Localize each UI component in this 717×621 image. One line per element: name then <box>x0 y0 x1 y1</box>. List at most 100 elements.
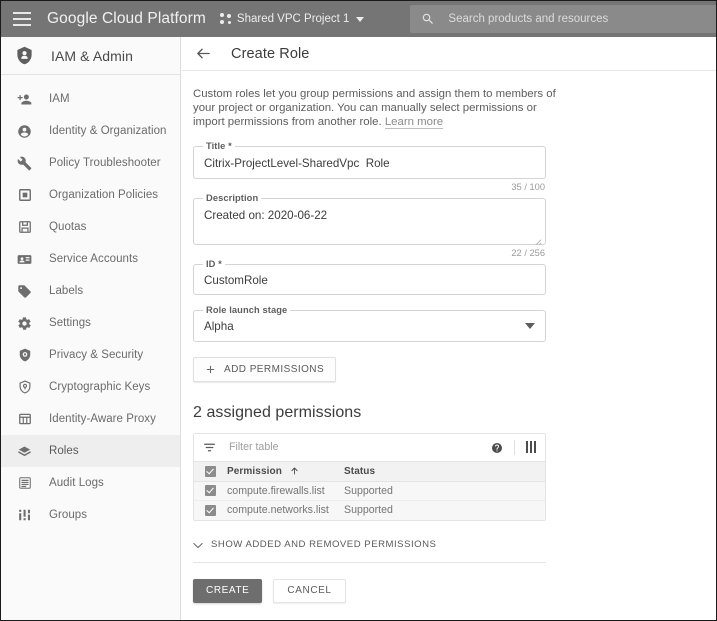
sidebar-item-label: Service Accounts <box>49 253 139 265</box>
description-field-counter: 22 / 256 <box>511 247 545 258</box>
cell-status: Supported <box>344 504 393 517</box>
role-launch-stage-select[interactable]: Role launch stage Alpha <box>193 304 546 342</box>
gear-icon <box>17 316 32 331</box>
project-selector[interactable]: Shared VPC Project 1 <box>219 13 365 25</box>
assigned-permissions-title: 2 assigned permissions <box>193 403 362 421</box>
sidebar-header: IAM & Admin <box>1 37 180 75</box>
select-all-checkbox[interactable] <box>194 465 227 477</box>
footer-divider <box>193 561 546 563</box>
intro-text: Custom roles let you group permissions a… <box>193 87 556 130</box>
lines-list-icon <box>17 476 32 491</box>
description-field-label: Description <box>203 192 262 203</box>
shield-person-icon <box>15 46 34 65</box>
sidebar-item-label: Cryptographic Keys <box>49 381 151 393</box>
show-added-removed-permissions-toggle[interactable]: SHOW ADDED AND REMOVED PERMISSIONS <box>193 539 716 550</box>
id-field-label: ID * <box>203 258 225 269</box>
save-disk-icon <box>17 220 32 235</box>
table-row[interactable]: compute.networks.list Supported <box>194 500 545 520</box>
sidebar-item-identity-organization[interactable]: Identity & Organization <box>1 115 180 147</box>
sidebar-item-iam[interactable]: IAM <box>1 83 180 115</box>
wrench-icon <box>17 156 32 171</box>
checkbox-checked-icon[interactable] <box>205 485 216 497</box>
chevron-down-icon <box>193 541 203 548</box>
main-content: Create Role Custom roles let you group p… <box>182 37 716 620</box>
cell-permission: compute.firewalls.list <box>227 484 325 497</box>
add-permissions-button[interactable]: ADD PERMISSIONS <box>193 356 337 382</box>
description-field[interactable]: Description Created on: 2020-06-22 22 / … <box>193 192 546 258</box>
sidebar-item-quotas[interactable]: Quotas <box>1 211 180 243</box>
person-add-icon <box>17 92 32 107</box>
role-launch-stage-label: Role launch stage <box>203 304 291 315</box>
id-field-value[interactable]: CustomRole <box>194 265 545 294</box>
sidebar-item-settings[interactable]: Settings <box>1 307 180 339</box>
sidebar-item-groups[interactable]: Groups <box>1 499 180 531</box>
title-field-counter: 35 / 100 <box>511 181 545 192</box>
cancel-button[interactable]: CANCEL <box>273 578 346 603</box>
id-field[interactable]: ID * CustomRole <box>193 258 546 295</box>
brand-title: Google Cloud Platform <box>47 10 206 27</box>
project-dots-icon <box>219 13 232 25</box>
form-actions: CREATE CANCEL <box>193 578 716 603</box>
show-added-removed-permissions-label: SHOW ADDED AND REMOVED PERMISSIONS <box>211 538 437 550</box>
column-settings-icon[interactable] <box>526 441 537 454</box>
key-shield-icon <box>17 380 32 395</box>
add-permissions-label: ADD PERMISSIONS <box>224 363 325 375</box>
title-field-label: Title * <box>203 140 235 151</box>
sidebar-item-label: IAM <box>49 93 70 105</box>
page-title: Create Role <box>231 45 310 62</box>
sidebar-item-labels[interactable]: Labels <box>1 275 180 307</box>
help-circle-icon[interactable] <box>491 441 503 454</box>
checkbox-checked-icon[interactable] <box>205 504 216 516</box>
column-header-permission[interactable]: Permission <box>227 466 344 477</box>
permissions-table: Filter table Permission Status compute.f… <box>193 432 546 521</box>
roles-layers-icon <box>17 444 32 459</box>
title-field-value[interactable]: Citrix-ProjectLevel-SharedVpc Role <box>194 147 545 178</box>
sidebar-item-cryptographic-keys[interactable]: Cryptographic Keys <box>1 371 180 403</box>
proxy-grid-icon <box>17 412 32 427</box>
sidebar-item-label: Organization Policies <box>49 189 159 201</box>
sidebar: IAM & Admin IAM Identity & Organization <box>1 37 181 620</box>
row-checkbox[interactable] <box>194 504 227 516</box>
sidebar-item-audit-logs[interactable]: Audit Logs <box>1 467 180 499</box>
table-header-row: Permission Status <box>194 460 545 482</box>
sidebar-item-identity-aware-proxy[interactable]: Identity-Aware Proxy <box>1 403 180 435</box>
checkbox-checked-icon[interactable] <box>205 465 216 477</box>
sidebar-item-privacy-security[interactable]: Privacy & Security <box>1 339 180 371</box>
plus-icon <box>205 364 216 375</box>
sidebar-item-label: Quotas <box>49 221 87 233</box>
sidebar-item-label: Groups <box>49 509 88 521</box>
hamburger-menu-icon[interactable] <box>13 12 31 26</box>
project-name-label: Shared VPC Project 1 <box>236 13 350 25</box>
learn-more-link[interactable]: Learn more <box>384 116 444 130</box>
table-row[interactable]: compute.firewalls.list Supported <box>194 481 545 501</box>
column-header-status[interactable]: Status <box>344 466 545 477</box>
top-navigation-bar: Google Cloud Platform Shared VPC Project… <box>1 1 716 37</box>
back-arrow-icon[interactable] <box>195 45 212 62</box>
chevron-down-icon[interactable] <box>525 323 535 330</box>
sidebar-item-service-accounts[interactable]: Service Accounts <box>1 243 180 275</box>
sidebar-item-label: Policy Troubleshooter <box>49 157 161 169</box>
row-checkbox[interactable] <box>194 485 227 497</box>
sidebar-header-title: IAM & Admin <box>51 47 134 64</box>
form-body: Custom roles let you group permissions a… <box>182 71 716 603</box>
sidebar-item-policy-troubleshooter[interactable]: Policy Troubleshooter <box>1 147 180 179</box>
page-header: Create Role <box>182 37 716 71</box>
intro-paragraph: Custom roles let you group permissions a… <box>193 88 556 129</box>
table-toolbar: Filter table <box>194 433 545 461</box>
create-button[interactable]: CREATE <box>193 578 263 603</box>
filter-list-icon[interactable] <box>203 441 216 454</box>
person-circle-icon <box>17 124 32 139</box>
filter-table-input[interactable]: Filter table <box>229 441 491 453</box>
description-field-value[interactable]: Created on: 2020-06-22 <box>194 199 545 244</box>
sidebar-item-organization-policies[interactable]: Organization Policies <box>1 179 180 211</box>
sidebar-item-label: Audit Logs <box>49 477 104 489</box>
sidebar-item-label: Roles <box>49 445 79 457</box>
tag-icon <box>17 284 32 299</box>
sidebar-item-roles[interactable]: Roles <box>1 435 180 467</box>
title-field[interactable]: Title * Citrix-ProjectLevel-SharedVpc Ro… <box>193 140 546 192</box>
id-card-icon <box>17 252 32 267</box>
role-launch-stage-value: Alpha <box>204 319 234 333</box>
sidebar-item-label: Privacy & Security <box>49 349 144 361</box>
search-input[interactable]: Search products and resources <box>410 5 716 33</box>
search-icon <box>421 12 435 26</box>
